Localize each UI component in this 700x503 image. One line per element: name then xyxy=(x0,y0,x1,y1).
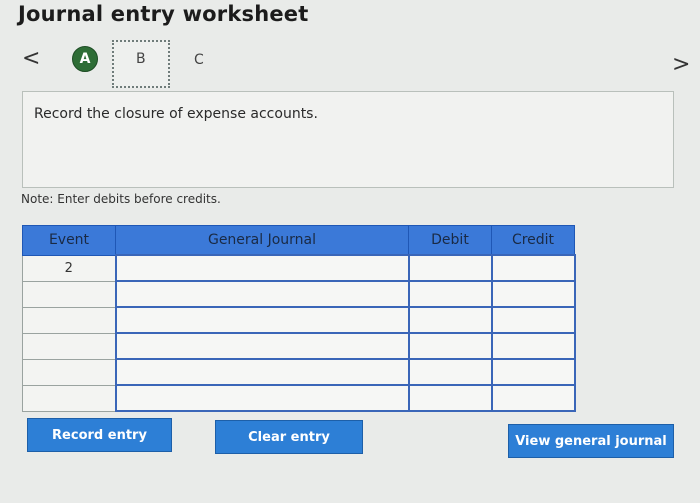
table-row xyxy=(22,306,576,334)
account-input[interactable] xyxy=(114,254,410,282)
account-input[interactable] xyxy=(114,332,410,360)
event-cell xyxy=(22,384,116,412)
view-general-journal-button[interactable]: View general journal xyxy=(508,424,674,458)
debit-input[interactable] xyxy=(407,358,493,386)
debit-input[interactable] xyxy=(407,384,493,412)
credit-input[interactable] xyxy=(490,306,576,334)
debit-input[interactable] xyxy=(407,306,493,334)
next-arrow-icon[interactable]: > xyxy=(672,52,690,77)
account-input[interactable] xyxy=(114,384,410,412)
event-cell: 2 xyxy=(22,254,116,282)
debit-input[interactable] xyxy=(407,254,493,282)
step-tab-c[interactable]: C xyxy=(194,52,204,68)
credit-input[interactable] xyxy=(490,384,576,412)
debit-input[interactable] xyxy=(407,280,493,308)
clear-entry-button[interactable]: Clear entry xyxy=(215,420,363,454)
record-entry-button[interactable]: Record entry xyxy=(27,418,172,452)
table-row xyxy=(22,358,576,386)
note-text: Note: Enter debits before credits. xyxy=(21,192,221,206)
account-input[interactable] xyxy=(114,306,410,334)
prev-arrow-icon[interactable]: < xyxy=(22,46,40,71)
worksheet-title: Journal entry worksheet xyxy=(18,2,309,26)
header-debit: Debit xyxy=(408,225,492,256)
account-input[interactable] xyxy=(114,358,410,386)
credit-input[interactable] xyxy=(490,332,576,360)
debit-input[interactable] xyxy=(407,332,493,360)
table-row: 2 xyxy=(22,254,576,282)
step-tab-a[interactable]: A xyxy=(72,46,98,72)
table-row xyxy=(22,332,576,360)
journal-table: Event General Journal Debit Credit 2 xyxy=(22,225,576,412)
account-input[interactable] xyxy=(114,280,410,308)
step-tab-b[interactable]: B xyxy=(136,51,146,67)
event-cell xyxy=(22,280,116,308)
event-cell xyxy=(22,358,116,386)
header-event: Event xyxy=(22,225,116,256)
table-row xyxy=(22,384,576,412)
credit-input[interactable] xyxy=(490,358,576,386)
event-cell xyxy=(22,332,116,360)
credit-input[interactable] xyxy=(490,254,576,282)
header-general-journal: General Journal xyxy=(115,225,409,256)
event-cell xyxy=(22,306,116,334)
prompt-text: Record the closure of expense accounts. xyxy=(34,106,318,122)
table-row xyxy=(22,280,576,308)
credit-input[interactable] xyxy=(490,280,576,308)
header-credit: Credit xyxy=(491,225,575,256)
